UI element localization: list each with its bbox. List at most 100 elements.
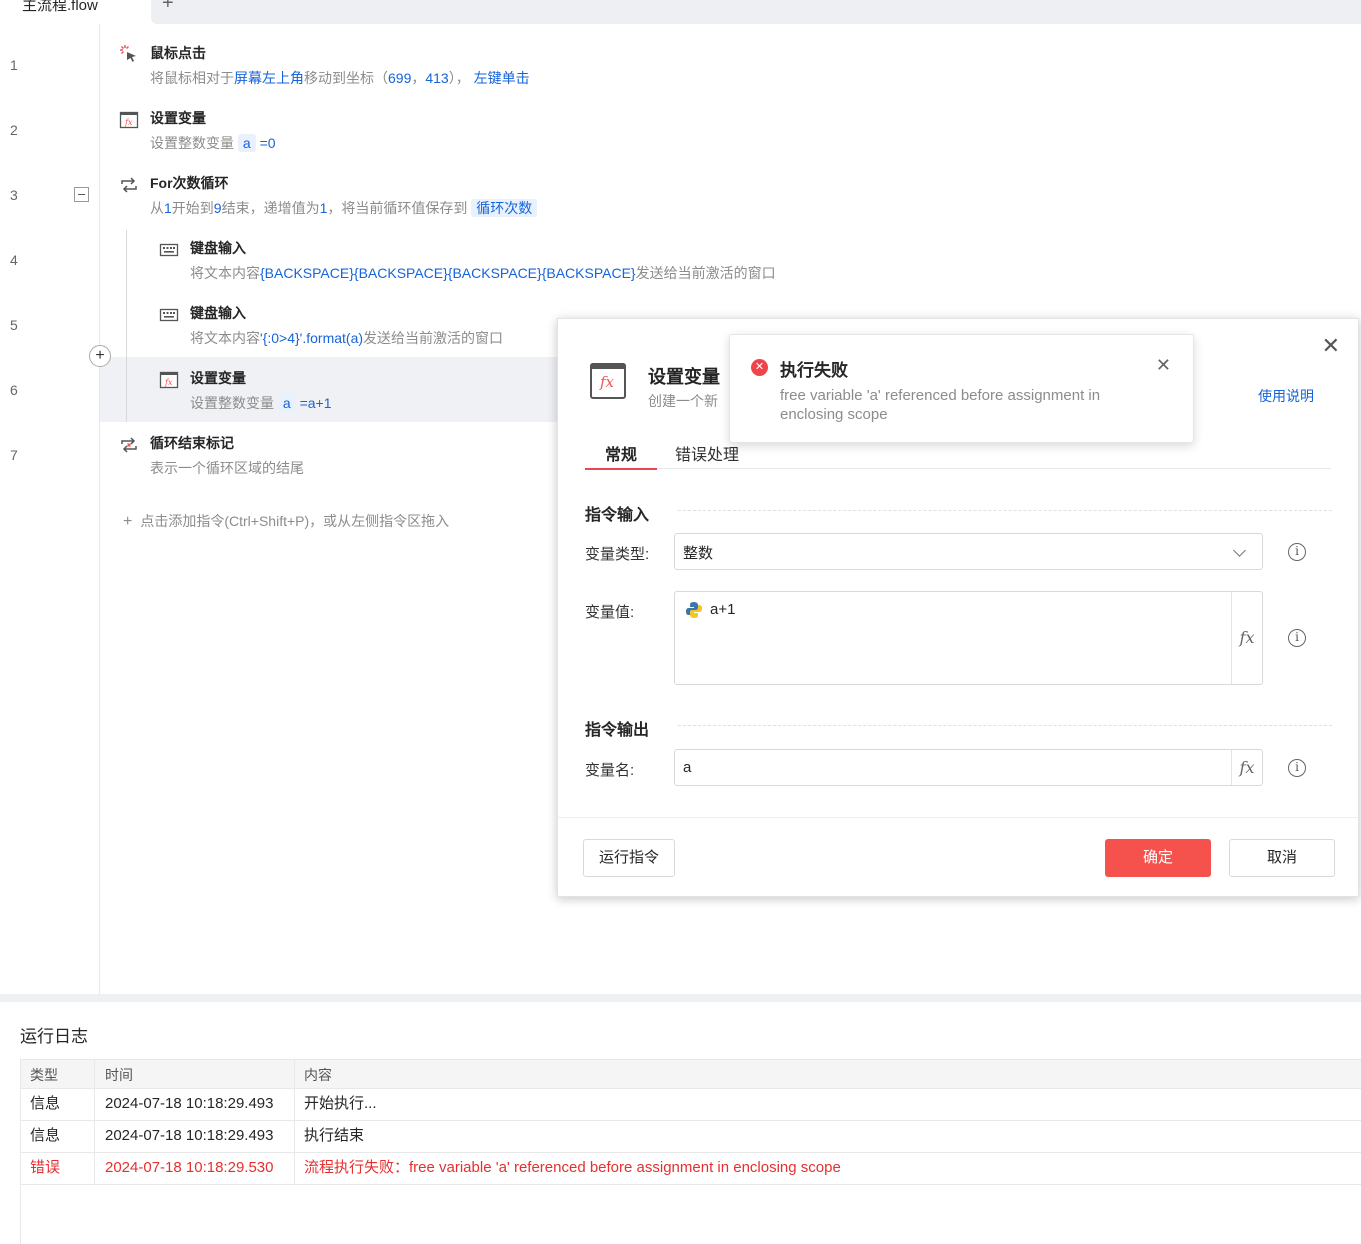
collapse-loop-button[interactable] xyxy=(74,187,89,202)
var-value-text: a+1 xyxy=(710,601,736,618)
toast-title: 执行失败 xyxy=(780,361,848,380)
line-number: 3 xyxy=(10,187,18,203)
log-content: 执行结束 xyxy=(304,1127,365,1144)
step-set-variable-selected[interactable]: 设置变量 设置整数变量 a =a+1 xyxy=(190,368,332,413)
column-header-time: 时间 xyxy=(95,1060,295,1088)
tab-error-handling[interactable]: 错误处理 xyxy=(675,441,739,465)
tab-main-flow[interactable]: 主流程.flow xyxy=(22,0,98,15)
info-icon[interactable]: i xyxy=(1288,629,1306,647)
step-keyboard-input[interactable]: 键盘输入 将文本内容'{:0>4}'.format(a)发送给当前激活的窗口 xyxy=(190,303,503,348)
python-icon xyxy=(686,602,702,618)
fx-expression-button[interactable]: fx xyxy=(1231,592,1262,684)
close-icon[interactable]: ✕ xyxy=(1156,355,1171,376)
var-type-label: 变量类型: xyxy=(585,546,650,563)
svg-text:fx: fx xyxy=(124,118,133,127)
loop-indent-line xyxy=(126,230,127,422)
keyboard-icon xyxy=(159,308,179,322)
insert-step-plus-icon[interactable]: + xyxy=(89,345,111,367)
log-time: 2024-07-18 10:18:29.493 xyxy=(95,1121,295,1152)
line-number: 4 xyxy=(10,252,18,268)
add-command-hint[interactable]: + 点击添加指令(Ctrl+Shift+P)，或从左侧指令区拖入 xyxy=(123,511,449,531)
var-name-value: a xyxy=(683,759,692,776)
output-section-title: 指令输出 xyxy=(585,722,650,739)
var-type-value: 整数 xyxy=(683,545,714,562)
var-value-label: 变量值: xyxy=(585,604,635,621)
function-icon: fx xyxy=(590,363,626,399)
step-description: 表示一个循环区域的结尾 xyxy=(150,460,304,476)
fx-expression-button[interactable]: fx xyxy=(1231,750,1262,785)
run-log-panel: 运行日志 类型 时间 内容 信息 2024-07-18 10:18:29.493… xyxy=(0,1002,1361,1244)
column-header-content: 内容 xyxy=(304,1067,332,1083)
keyboard-icon xyxy=(159,243,179,257)
step-title: For次数循环 xyxy=(150,175,229,191)
confirm-button[interactable]: 确定 xyxy=(1105,839,1211,877)
table-row-error[interactable]: 错误 2024-07-18 10:18:29.530 流程执行失败：free v… xyxy=(21,1153,1361,1185)
line-number: 5 xyxy=(10,317,18,333)
step-title: 键盘输入 xyxy=(190,240,246,256)
tab-general[interactable]: 常规 xyxy=(584,441,658,470)
step-description: 设置整数变量 a =0 xyxy=(150,134,276,152)
log-table: 类型 时间 内容 信息 2024-07-18 10:18:29.493 开始执行… xyxy=(20,1059,1361,1244)
log-content: 流程执行失败：free variable 'a' referenced befo… xyxy=(304,1159,841,1176)
plus-icon: + xyxy=(123,513,133,530)
var-name-label: 变量名: xyxy=(585,762,635,779)
info-icon[interactable]: i xyxy=(1288,759,1306,777)
line-number: 1 xyxy=(10,57,18,73)
log-time: 2024-07-18 10:18:29.493 xyxy=(95,1089,295,1120)
line-gutter: 1 2 3 4 5 6 7 xyxy=(0,24,100,994)
step-description: 将文本内容'{:0>4}'.format(a)发送给当前激活的窗口 xyxy=(190,330,504,346)
section-divider xyxy=(678,725,1332,726)
log-type: 信息 xyxy=(21,1089,95,1120)
loop-end-icon xyxy=(121,437,137,453)
log-type: 信息 xyxy=(21,1121,95,1152)
log-type: 错误 xyxy=(21,1153,95,1184)
error-icon: ✕ xyxy=(751,359,768,376)
dialog-title: 设置变量 xyxy=(648,367,720,387)
mouse-click-icon xyxy=(120,45,136,62)
function-icon: fx xyxy=(119,111,139,129)
step-title: 鼠标点击 xyxy=(150,45,206,61)
log-title: 运行日志 xyxy=(20,1027,88,1046)
var-type-select[interactable]: 整数 xyxy=(674,533,1263,570)
table-row[interactable]: 信息 2024-07-18 10:18:29.493 执行结束 xyxy=(21,1121,1361,1153)
loop-icon xyxy=(121,177,137,193)
panel-splitter[interactable] xyxy=(0,994,1361,1002)
usage-help-link[interactable]: 使用说明 xyxy=(1258,386,1314,406)
add-tab-button[interactable]: + xyxy=(162,0,174,15)
line-number: 2 xyxy=(10,122,18,138)
tab-bar: 主流程.flow + xyxy=(0,0,1361,24)
log-content: 开始执行... xyxy=(304,1095,377,1112)
step-title: 键盘输入 xyxy=(190,305,246,321)
info-icon[interactable]: i xyxy=(1288,543,1306,561)
table-row[interactable]: 信息 2024-07-18 10:18:29.493 开始执行... xyxy=(21,1089,1361,1121)
step-loop-end[interactable]: 循环结束标记 表示一个循环区域的结尾 xyxy=(150,433,304,478)
dialog-subtitle: 创建一个新 xyxy=(648,393,718,409)
step-set-variable[interactable]: 设置变量 设置整数变量 a =0 xyxy=(150,108,276,153)
chevron-down-icon xyxy=(1233,544,1246,557)
step-description: 将鼠标相对于屏幕左上角移动到坐标（699，413）， 左键单击 xyxy=(150,70,530,86)
toast-message: free variable 'a' referenced before assi… xyxy=(780,387,1101,423)
section-divider xyxy=(678,510,1332,511)
close-icon[interactable]: ✕ xyxy=(1322,333,1340,359)
line-number: 7 xyxy=(10,447,18,463)
step-title: 循环结束标记 xyxy=(150,435,234,451)
function-icon: fx xyxy=(159,371,179,389)
step-mouse-click[interactable]: 鼠标点击 将鼠标相对于屏幕左上角移动到坐标（699，413）， 左键单击 xyxy=(150,43,530,88)
cancel-button[interactable]: 取消 xyxy=(1229,839,1335,877)
step-description: 从1开始到9结束，递增值为1，将当前循环值保存到 循环次数 xyxy=(150,198,538,218)
step-for-loop[interactable]: For次数循环 从1开始到9结束，递增值为1，将当前循环值保存到 循环次数 xyxy=(150,173,538,218)
svg-text:fx: fx xyxy=(164,378,173,387)
step-keyboard-input[interactable]: 键盘输入 将文本内容{BACKSPACE}{BACKSPACE}{BACKSPA… xyxy=(190,238,776,283)
step-title: 设置变量 xyxy=(150,110,206,126)
column-header-type: 类型 xyxy=(21,1060,95,1088)
table-header: 类型 时间 内容 xyxy=(21,1059,1361,1089)
line-number: 6 xyxy=(10,382,18,398)
log-time: 2024-07-18 10:18:29.530 xyxy=(95,1153,295,1184)
tab-strip xyxy=(151,0,1361,24)
input-section-title: 指令输入 xyxy=(585,507,650,524)
run-command-button[interactable]: 运行指令 xyxy=(583,839,675,877)
var-value-input[interactable]: a+1 fx xyxy=(674,591,1263,685)
error-toast: ✕ 执行失败 free variable 'a' referenced befo… xyxy=(729,334,1194,443)
step-description: 设置整数变量 a =a+1 xyxy=(190,394,332,412)
var-name-input[interactable]: a fx xyxy=(674,749,1263,786)
